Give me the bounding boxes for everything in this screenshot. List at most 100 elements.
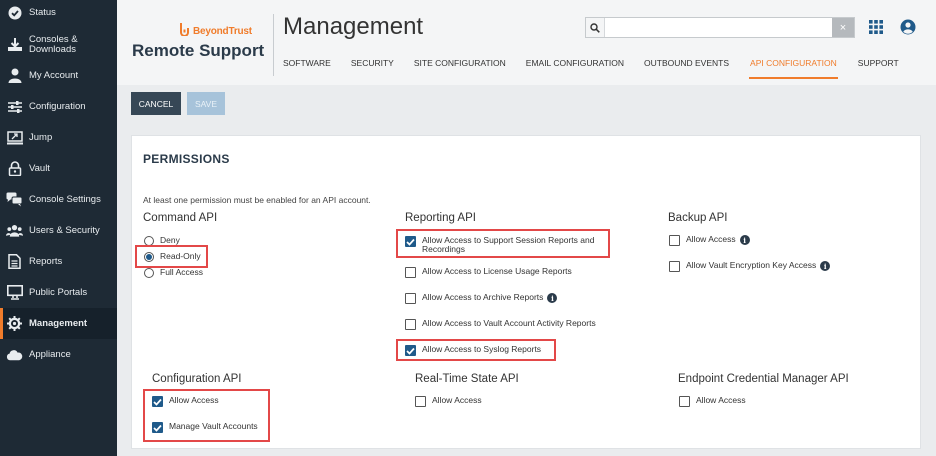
backup-allow-access-option[interactable]: Allow Access i xyxy=(669,235,750,246)
sidebar-item-consoles-downloads[interactable]: Consoles & Downloads xyxy=(0,29,117,60)
apps-grid-icon[interactable] xyxy=(869,20,883,39)
tab-outbound-events[interactable]: OUTBOUND EVENTS xyxy=(644,55,729,79)
beyondtrust-logo-icon xyxy=(179,22,190,41)
reporting-license-usage-option[interactable]: Allow Access to License Usage Reports xyxy=(405,267,572,278)
sidebar-item-label: Configuration xyxy=(29,100,86,112)
cancel-button[interactable]: CANCEL xyxy=(131,92,181,115)
download-icon xyxy=(6,36,23,53)
realtime-allow-access-checkbox[interactable] xyxy=(415,396,426,407)
info-icon[interactable]: i xyxy=(820,261,831,271)
sidebar-item-reports[interactable]: Reports xyxy=(0,246,117,277)
permissions-note: At least one permission must be enabled … xyxy=(143,195,371,205)
search-input[interactable] xyxy=(606,18,832,37)
permissions-panel: PERMISSIONS At least one permission must… xyxy=(131,135,921,449)
user-account-icon[interactable] xyxy=(900,19,916,40)
reporting-archive-option[interactable]: Allow Access to Archive Reports i xyxy=(405,292,558,304)
tab-email-configuration[interactable]: EMAIL CONFIGURATION xyxy=(526,55,624,79)
sidebar-item-label: Reports xyxy=(29,255,63,267)
header: BeyondTrust Remote Support Management SO… xyxy=(117,0,936,85)
report-icon xyxy=(6,253,23,270)
highlight-box xyxy=(143,389,270,442)
full-access-radio[interactable] xyxy=(144,268,154,278)
sidebar-item-label: Vault xyxy=(29,162,50,174)
configuration-api-title: Configuration API xyxy=(152,373,242,385)
info-icon[interactable]: i xyxy=(739,235,750,245)
endpoint-api-title: Endpoint Credential Manager API xyxy=(678,373,849,385)
option-label: Allow Access to Archive Reports xyxy=(422,292,544,302)
sidebar-item-jump[interactable]: Jump xyxy=(0,122,117,153)
tab-bar: SOFTWARE SECURITY SITE CONFIGURATION EMA… xyxy=(283,55,919,79)
sidebar-item-label: Status xyxy=(29,6,56,18)
highlight-box xyxy=(135,245,208,268)
reporting-vault-activity-option[interactable]: Allow Access to Vault Account Activity R… xyxy=(405,319,596,330)
brand-name: BeyondTrust xyxy=(193,26,252,37)
endpoint-allow-access-option[interactable]: Allow Access xyxy=(679,396,746,407)
header-divider xyxy=(273,14,274,76)
realtime-allow-access-option[interactable]: Allow Access xyxy=(415,396,482,407)
sidebar-item-label: Appliance xyxy=(29,348,71,360)
sidebar-item-appliance[interactable]: Appliance xyxy=(0,339,117,370)
tab-site-configuration[interactable]: SITE CONFIGURATION xyxy=(414,55,506,79)
cloud-icon xyxy=(6,346,23,363)
clear-search-icon[interactable]: × xyxy=(832,18,854,37)
command-api-full-access-option[interactable]: Full Access xyxy=(144,268,203,278)
sidebar-item-status[interactable]: Status xyxy=(0,0,117,28)
search-icon[interactable] xyxy=(586,18,605,37)
vault-key-checkbox[interactable] xyxy=(669,261,680,272)
endpoint-allow-access-checkbox[interactable] xyxy=(679,396,690,407)
tab-api-configuration[interactable]: API CONFIGURATION xyxy=(749,55,838,79)
option-label: Allow Access xyxy=(686,234,736,244)
sidebar-item-management[interactable]: Management xyxy=(0,308,117,339)
sidebar-item-label: Console Settings xyxy=(29,193,101,205)
sidebar-item-label: Consoles & Downloads xyxy=(29,33,78,55)
save-button[interactable]: SAVE xyxy=(187,92,225,115)
sidebar-item-users-security[interactable]: Users & Security xyxy=(0,215,117,246)
realtime-api-title: Real-Time State API xyxy=(415,373,519,385)
chat-icon xyxy=(6,191,23,208)
highlight-box xyxy=(396,339,556,361)
option-label: Full Access xyxy=(160,267,203,277)
lock-icon xyxy=(6,160,23,177)
sidebar-item-label: Management xyxy=(29,317,88,329)
backup-vault-key-option[interactable]: Allow Vault Encryption Key Access i xyxy=(669,261,831,272)
option-label: Allow Access xyxy=(696,395,746,405)
sidebar-item-console-settings[interactable]: Console Settings xyxy=(0,184,117,215)
sidebar-item-configuration[interactable]: Configuration xyxy=(0,91,117,122)
sidebar-item-label: Jump xyxy=(29,131,53,143)
reporting-api-title: Reporting API xyxy=(405,212,476,224)
search-box: × xyxy=(585,17,855,38)
sidebar-item-label: Users & Security xyxy=(29,224,100,236)
highlight-box xyxy=(396,229,610,258)
vault-activity-checkbox[interactable] xyxy=(405,319,416,330)
license-usage-checkbox[interactable] xyxy=(405,267,416,278)
option-label: Allow Access to License Usage Reports xyxy=(422,266,572,276)
sidebar-item-label: Public Portals xyxy=(29,286,88,298)
users-icon xyxy=(6,222,23,239)
command-api-title: Command API xyxy=(143,212,218,224)
backup-allow-access-checkbox[interactable] xyxy=(669,235,680,246)
jump-icon xyxy=(6,129,23,146)
tab-support[interactable]: SUPPORT xyxy=(858,55,899,79)
option-label: Deny xyxy=(160,235,180,245)
sidebar-item-public-portals[interactable]: Public Portals xyxy=(0,277,117,308)
user-icon xyxy=(6,67,23,84)
brand-logo: BeyondTrust xyxy=(179,22,252,41)
sliders-icon xyxy=(6,98,23,115)
monitor-icon xyxy=(6,284,23,301)
permissions-title: PERMISSIONS xyxy=(143,152,230,166)
sidebar-item-label: My Account xyxy=(29,69,79,81)
sidebar-item-vault[interactable]: Vault xyxy=(0,153,117,184)
tab-software[interactable]: SOFTWARE xyxy=(283,55,331,79)
info-icon[interactable]: i xyxy=(547,293,558,303)
backup-api-title: Backup API xyxy=(668,212,728,224)
gear-icon xyxy=(6,315,23,332)
status-check-icon xyxy=(6,4,23,21)
archive-checkbox[interactable] xyxy=(405,293,416,304)
option-label: Allow Access to Vault Account Activity R… xyxy=(422,318,596,328)
page-title: Management xyxy=(283,13,424,40)
option-label: Allow Access xyxy=(432,395,482,405)
sidebar-item-my-account[interactable]: My Account xyxy=(0,60,117,91)
product-name: Remote Support xyxy=(132,41,265,60)
tab-security[interactable]: SECURITY xyxy=(351,55,394,79)
sidebar: Status Consoles & Downloads My Account C… xyxy=(0,0,117,456)
